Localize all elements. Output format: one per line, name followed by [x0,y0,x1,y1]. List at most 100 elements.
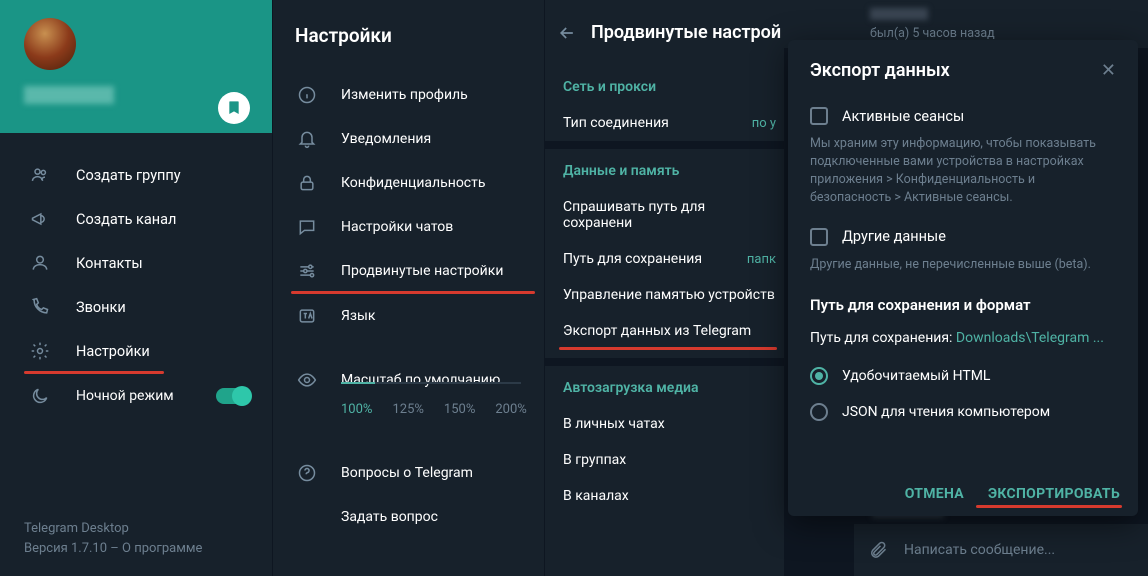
advanced-item-export[interactable]: Экспорт данных из Telegram [545,313,784,349]
sidebar-item-new-channel[interactable]: Создать канал [0,197,272,241]
group-icon [30,165,52,185]
sidebar-item-label: Создать группу [76,167,181,184]
settings-item-label: Изменить профиль [341,87,468,103]
settings-item-label: Язык [341,308,375,324]
export-button[interactable]: ЭКСПОРТИРОВАТЬ [988,486,1120,502]
modal-body: Активные сеансы Мы храним эту информацию… [788,95,1138,430]
divider [545,141,784,149]
radio-label: Удобочитаемый HTML [842,368,990,384]
compose-bar: Написать сообщение... [854,524,1148,576]
zoom-level[interactable]: 125% [392,402,423,417]
sidebar-item-contacts[interactable]: Контакты [0,241,272,285]
path-label: Путь для сохранения: [810,330,956,346]
sidebar-item-label: Контакты [76,255,143,272]
close-button[interactable]: ✕ [1101,60,1116,81]
zoom-level[interactable]: 200% [495,402,526,417]
chat-icon [297,217,317,237]
lock-icon [297,173,317,193]
sidebar-item-new-group[interactable]: Создать группу [0,153,272,197]
advanced-item-memory[interactable]: Управление памятью устройств [545,277,784,313]
advanced-item-ask-path[interactable]: Спрашивать путь для сохранени [545,189,784,241]
settings-item-edit-profile[interactable]: Изменить профиль [273,73,544,117]
sidebar-item-calls[interactable]: Звонки [0,285,272,329]
sidebar-footer: Telegram Desktop Версия 1.7.10 – О прогр… [24,519,202,558]
profile-name-blurred [24,86,114,104]
settings-item-zoom[interactable]: Масштаб по умолчанию [297,358,544,402]
person-icon [30,253,52,273]
settings-item-notifications[interactable]: Уведомления [273,117,544,161]
chat-name-blurred [870,8,928,20]
advanced-panel: Продвинутые настрой Сеть и прокси Тип со… [544,0,784,576]
divider [545,358,784,366]
help-icon [297,463,317,483]
sidebar-item-night-mode[interactable]: Ночной режим [0,374,272,418]
arrow-left-icon [557,23,577,43]
advanced-item-media-private[interactable]: В личных чатах [545,406,784,442]
language-icon [297,306,317,326]
settings-item-chat-settings[interactable]: Настройки чатов [273,205,544,249]
zoom-level[interactable]: 150% [444,402,475,417]
checkbox-active-sessions[interactable]: Активные сеансы [810,99,1116,133]
settings-item-advanced[interactable]: Продвинутые настройки [273,249,544,293]
zoom-label: Масштаб по умолчанию [341,372,500,388]
advanced-item-media-channels[interactable]: В каналах [545,478,784,514]
radio-icon [810,367,828,385]
highlight-underline [976,505,1122,508]
radio-icon [810,403,828,421]
advanced-item-save-path[interactable]: Путь для сохранения папк [545,241,784,277]
bell-icon [297,129,317,149]
adv-item-label: Экспорт данных из Telegram [563,323,751,339]
settings-item-label: Вопросы о Telegram [341,465,473,481]
paperclip-icon [868,540,888,560]
cancel-button[interactable]: ОТМЕНА [905,486,964,502]
export-path-row[interactable]: Путь для сохранения: Downloads\Telegram … [810,324,1116,358]
phone-icon [30,297,52,317]
settings-item-language[interactable]: Язык [273,294,544,338]
settings-item-faq[interactable]: Вопросы о Telegram [273,451,544,495]
settings-title: Настройки [273,0,544,73]
checkbox-description: Мы храним эту информацию, чтобы показыва… [810,133,1116,220]
highlight-underline [559,347,777,350]
settings-item-label: Конфиденциальность [341,175,485,191]
zoom-slider[interactable] [341,382,521,384]
zoom-section: Масштаб по умолчанию 100% 125% 150% 200% [273,338,544,417]
sidebar-item-label: Создать канал [76,211,176,228]
sliders-icon [297,261,317,281]
modal-buttons: ОТМЕНА ЭКСПОРТИРОВАТЬ [905,486,1120,502]
radio-format-html[interactable]: Удобочитаемый HTML [810,358,1116,394]
sidebar-item-settings[interactable]: Настройки [0,329,272,373]
night-mode-toggle[interactable] [216,388,250,404]
radio-label: JSON для чтения компьютером [842,404,1050,420]
app-name: Telegram Desktop [24,519,202,539]
settings-item-ask[interactable]: Задать вопрос [273,495,544,539]
settings-item-privacy[interactable]: Конфиденциальность [273,161,544,205]
compose-placeholder[interactable]: Написать сообщение... [904,542,1055,558]
chat-status: был(а) 5 часов назад [870,26,995,41]
section-network: Сеть и прокси [545,65,784,105]
zoom-level[interactable]: 100% [341,402,372,417]
eye-icon [297,370,317,390]
back-button[interactable] [557,23,577,43]
info-icon [297,85,317,105]
section-media: Автозагрузка медиа [545,366,784,406]
checkbox-label: Другие данные [842,228,946,245]
megaphone-icon [30,209,52,229]
app-version[interactable]: Версия 1.7.10 – О программе [24,539,202,559]
advanced-item-connection-type[interactable]: Тип соединения по у [545,105,784,141]
advanced-item-media-groups[interactable]: В группах [545,442,784,478]
adv-item-label: Путь для сохранения [563,251,702,267]
settings-item-label: Продвинутые настройки [341,263,503,279]
saved-messages-button[interactable] [218,92,250,124]
advanced-header: Продвинутые настрой [545,0,784,65]
profile-header [0,0,272,133]
avatar[interactable] [24,18,76,70]
export-path-section: Путь для сохранения и формат [810,286,1116,324]
radio-format-json[interactable]: JSON для чтения компьютером [810,394,1116,430]
bookmark-icon [226,100,242,116]
checkbox-other-data[interactable]: Другие данные [810,220,1116,254]
adv-item-label: В личных чатах [563,416,665,432]
attach-button[interactable] [868,540,888,560]
checkbox-label: Активные сеансы [842,108,964,125]
app-sidebar: Создать группу Создать канал Контакты Зв… [0,0,272,576]
moon-icon [30,386,52,406]
